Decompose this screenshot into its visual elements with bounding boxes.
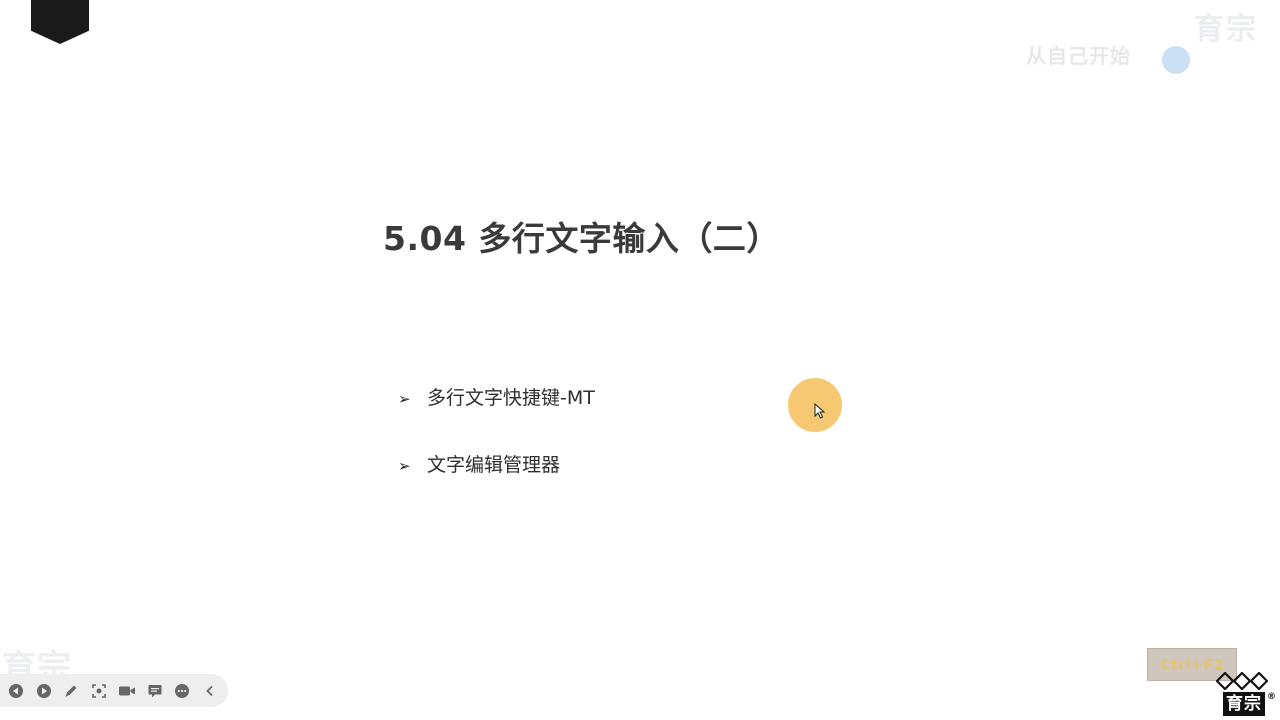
top-right-watermark: 育宗 从自己开始 <box>1026 8 1258 78</box>
bullet-arrow-icon: ➢ <box>398 457 411 475</box>
bullet-arrow-icon: ➢ <box>398 390 411 408</box>
subtitle-icon[interactable] <box>145 681 165 701</box>
brand-logo: 育宗 ® <box>1216 672 1278 718</box>
bullet-item: ➢ 多行文字快捷键-MT <box>398 383 595 410</box>
watermark-brand: 育宗 <box>1194 12 1258 47</box>
watermark-slogan: 从自己开始 <box>1026 44 1131 68</box>
pen-icon[interactable] <box>62 681 82 701</box>
more-options-icon[interactable] <box>173 681 193 701</box>
next-slide-icon[interactable] <box>34 681 54 701</box>
mouse-pointer-icon <box>814 403 826 419</box>
logo-diamonds-icon <box>1216 672 1268 690</box>
bullet-text: 多行文字快捷键-MT <box>427 387 595 409</box>
logo-text: 育宗 <box>1223 692 1265 716</box>
corner-tab <box>31 0 89 44</box>
registered-mark: ® <box>1267 692 1276 702</box>
watermark-logo-icon <box>1162 46 1190 74</box>
previous-slide-icon[interactable] <box>6 681 26 701</box>
camera-icon[interactable] <box>117 681 137 701</box>
collapse-toolbar-icon[interactable] <box>200 681 220 701</box>
zoom-icon[interactable] <box>89 681 109 701</box>
bullet-item: ➢ 文字编辑管理器 <box>398 450 560 477</box>
slide-stage: 育宗 从自己开始 5.04 多行文字输入（二） ➢ 多行文字快捷键-MT ➢ 文字编… <box>0 0 1280 720</box>
slideshow-toolbar <box>0 674 228 707</box>
bullet-text: 文字编辑管理器 <box>427 454 561 476</box>
slide-title: 5.04 多行文字输入（二） <box>383 219 780 258</box>
